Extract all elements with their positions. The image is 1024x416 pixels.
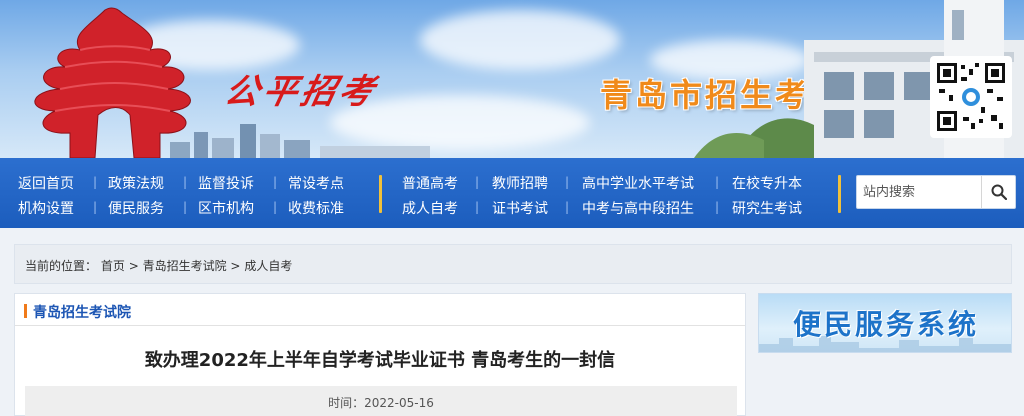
nav-graduate-exam[interactable]: 研究生考试	[732, 198, 802, 218]
nav-separator: |	[475, 175, 480, 189]
nav-separator: |	[273, 200, 278, 214]
nav-divider	[379, 175, 382, 213]
search-input[interactable]	[857, 176, 981, 208]
nav-certificate-exam[interactable]: 证书考试	[492, 198, 548, 218]
nav-organization[interactable]: 机构设置	[18, 198, 74, 218]
nav-separator: |	[93, 175, 98, 189]
nav-divider	[838, 175, 841, 213]
calligraphy-slogan: 公平招考	[221, 72, 382, 112]
article-title: 致办理2022年上半年自学考试毕业证书 青岛考生的一封信	[144, 350, 616, 371]
header-banner: 公平招考 青岛市招生考试院	[0, 0, 1024, 158]
publish-time-label: 时间：	[328, 396, 365, 410]
nav-home[interactable]: 返回首页	[18, 173, 74, 193]
breadcrumb-separator: >	[128, 259, 139, 273]
nav-exam-sites[interactable]: 常设考点	[288, 173, 344, 193]
nav-services[interactable]: 便民服务	[108, 198, 164, 218]
nav-separator: |	[565, 200, 570, 214]
nav-separator: |	[273, 175, 278, 189]
breadcrumb: 当前的位置： 首页 > 青岛招生考试院 > 成人自考	[14, 244, 1012, 284]
search-button[interactable]	[981, 176, 1015, 208]
nav-separator: |	[715, 175, 720, 189]
may-fourth-square-sculpture-image	[34, 7, 191, 158]
breadcrumb-separator: >	[230, 259, 241, 273]
nav-adult-self-study[interactable]: 成人自考	[402, 198, 458, 218]
nav-zhongkao[interactable]: 中考与高中段招生	[582, 198, 694, 218]
breadcrumb-adult-self-study[interactable]: 成人自考	[244, 259, 292, 273]
section-title: 青岛招生考试院	[33, 305, 131, 321]
convenience-service-banner[interactable]: 便民服务系统	[758, 293, 1012, 353]
qr-code-image	[930, 56, 1012, 138]
nav-separator: |	[93, 200, 98, 214]
site-search	[856, 175, 1016, 209]
nav-fees[interactable]: 收费标准	[288, 198, 344, 218]
service-system-title: 便民服务系统	[792, 308, 979, 341]
nav-separator: |	[183, 200, 188, 214]
nav-separator: |	[565, 175, 570, 189]
nav-policy[interactable]: 政策法规	[108, 173, 164, 193]
article-panel: 青岛招生考试院 致办理2022年上半年自学考试毕业证书 青岛考生的一封信 时间：…	[14, 293, 746, 416]
section-header: 青岛招生考试院	[15, 294, 745, 326]
search-icon	[991, 184, 1007, 200]
nav-teacher-recruit[interactable]: 教师招聘	[492, 173, 548, 193]
article-meta: 时间：2022-05-16	[25, 386, 737, 416]
breadcrumb-prefix: 当前的位置：	[25, 259, 98, 273]
nav-gaokao[interactable]: 普通高考	[402, 173, 458, 193]
section-marker	[24, 304, 27, 318]
nav-academic-proficiency[interactable]: 高中学业水平考试	[582, 173, 694, 193]
breadcrumb-exam-institute[interactable]: 青岛招生考试院	[143, 259, 227, 273]
nav-separator: |	[475, 200, 480, 214]
nav-college-upgrade[interactable]: 在校专升本	[732, 173, 802, 193]
nav-district-agencies[interactable]: 区市机构	[198, 198, 254, 218]
nav-separator: |	[715, 200, 720, 214]
nav-complaint[interactable]: 监督投诉	[198, 173, 254, 193]
publish-time: 2022-05-16	[364, 396, 434, 410]
nav-separator: |	[183, 175, 188, 189]
breadcrumb-home[interactable]: 首页	[101, 259, 125, 273]
